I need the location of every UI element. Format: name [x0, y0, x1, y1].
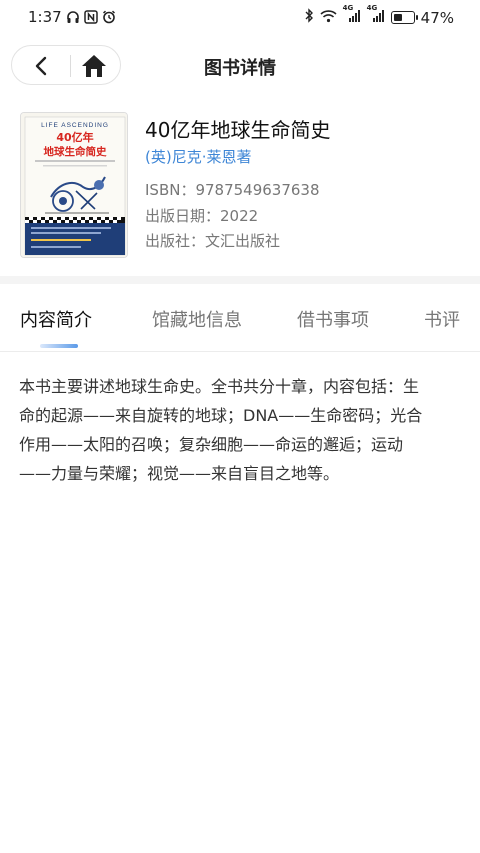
signal-icon: 4G — [367, 4, 385, 27]
cover-checker-band — [25, 217, 125, 223]
headphone-icon — [66, 9, 80, 23]
intro-text: 本书主要讲述地球生命史。全书共分十章，内容包括：生 命的起源——来自旋转的地球；… — [19, 372, 459, 488]
home-button[interactable] — [80, 53, 108, 79]
nfc-icon — [84, 9, 98, 24]
status-time: 1:37 — [28, 8, 62, 26]
battery-level — [393, 14, 402, 21]
intro-line: 命的起源——来自旋转的地球；DNA——生命密码；光合 — [19, 406, 423, 425]
tab-borrowing[interactable]: 借书事项 — [297, 306, 369, 332]
detail-tabs: 内容简介 馆藏地信息 借书事项 书评 — [0, 296, 480, 352]
intro-line: 作用——太阳的召唤；复杂细胞——命运的邂逅；运动 — [19, 435, 404, 454]
tabs-border — [0, 351, 480, 352]
battery-percent: 47% — [420, 8, 454, 27]
book-cover-art: LIFE ASCENDING 40亿年 地球生命简史 — [21, 113, 127, 257]
active-tab-indicator — [40, 344, 78, 348]
tab-intro[interactable]: 内容简介 — [20, 306, 92, 332]
cover-title-line1: 40亿年 — [56, 130, 93, 144]
intro-line: 本书主要讲述地球生命史。全书共分十章，内容包括：生 — [19, 377, 420, 396]
battery-icon — [390, 11, 418, 24]
cover-title-line2: 地球生命简史 — [44, 145, 107, 158]
book-title: 40亿年地球生命简史 — [145, 118, 331, 142]
chevron-left-icon — [35, 56, 47, 76]
network-badge: 4G — [366, 3, 378, 12]
status-bar: 1:37 4G 4G 47% — [0, 0, 480, 36]
tab-reviews[interactable]: 书评 — [424, 306, 460, 332]
capsule-divider — [70, 55, 71, 77]
bluetooth-icon — [304, 8, 314, 27]
tab-holdings[interactable]: 馆藏地信息 — [152, 306, 242, 332]
home-icon — [82, 55, 106, 77]
intro-line: ——力量与荣耀；视觉——来自盲目之地等。 — [19, 464, 340, 483]
book-author-link[interactable]: (英)尼克·莱恩著 — [145, 146, 251, 167]
status-left-icons — [66, 9, 116, 24]
book-cover[interactable]: LIFE ASCENDING 40亿年 地球生命简史 — [20, 112, 128, 258]
book-isbn: ISBN：9787549637638 — [145, 181, 320, 199]
signal-icon: 4G — [343, 4, 361, 27]
network-badge: 4G — [342, 3, 354, 12]
back-button[interactable] — [30, 54, 54, 78]
wifi-icon — [320, 9, 337, 27]
section-divider — [0, 276, 480, 284]
alarm-icon — [102, 9, 116, 24]
status-right-icons: 4G 4G 47% — [304, 4, 454, 27]
cover-top-text: LIFE ASCENDING — [41, 122, 109, 129]
book-publish-date: 出版日期：2022 — [145, 207, 259, 225]
book-publisher: 出版社：文汇出版社 — [145, 232, 281, 250]
nav-capsule — [11, 45, 121, 85]
